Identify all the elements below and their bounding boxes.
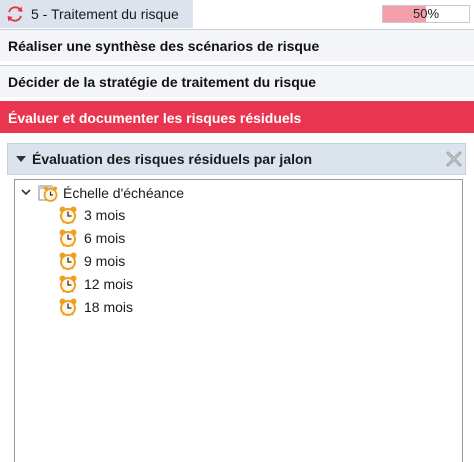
phase-progress-bar: 50% xyxy=(382,5,470,23)
tree-item-label: 6 mois xyxy=(84,230,126,246)
tree-item-label: 12 mois xyxy=(84,276,134,292)
phase-title: 5 - Traitement du risque xyxy=(31,6,179,22)
tree-item-label: 18 mois xyxy=(84,299,134,315)
progress-text: 50% xyxy=(412,6,440,21)
step-risques-residuels-active[interactable]: Évaluer et documenter les risques résidu… xyxy=(0,101,474,133)
close-x-icon[interactable] xyxy=(445,150,463,168)
phase-title-bar[interactable]: 5 - Traitement du risque xyxy=(0,0,193,28)
chevron-down-icon[interactable] xyxy=(20,186,32,198)
refresh-cycle-icon xyxy=(7,6,23,22)
phase-header: 5 - Traitement du risque 50% xyxy=(0,0,474,28)
tree-item-label: 9 mois xyxy=(84,253,126,269)
alarm-clock-icon xyxy=(59,298,77,316)
alarm-clock-calendar-icon xyxy=(38,185,58,202)
step-strategie-traitement[interactable]: Décider de la stratégie de traitement du… xyxy=(0,65,474,97)
collapse-chevron-icon[interactable] xyxy=(16,156,26,162)
tree-item-label: 3 mois xyxy=(84,207,126,223)
panel-title: Évaluation des risques résiduels par jal… xyxy=(32,151,313,167)
residual-risk-panel-header[interactable]: Évaluation des risques résiduels par jal… xyxy=(7,143,466,175)
alarm-clock-icon xyxy=(59,275,77,293)
alarm-clock-icon xyxy=(59,229,77,247)
alarm-clock-icon xyxy=(59,252,77,270)
step-synthese-scenarios[interactable]: Réaliser une synthèse des scénarios de r… xyxy=(0,29,474,61)
alarm-clock-icon xyxy=(59,206,77,224)
milestone-tree xyxy=(14,179,463,462)
tree-root-label: Échelle d'échéance xyxy=(63,185,184,201)
